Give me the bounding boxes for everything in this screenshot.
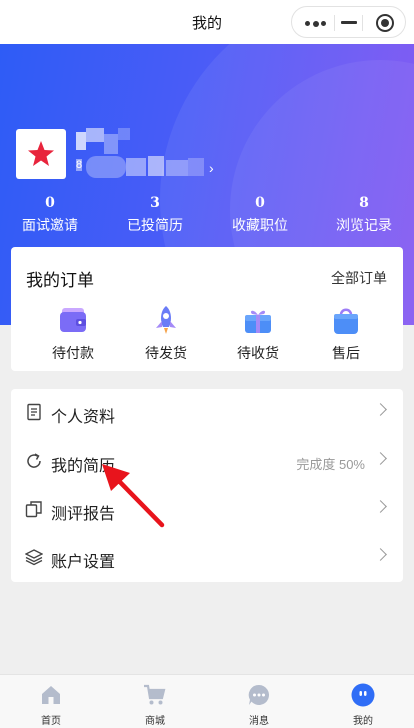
red-arrow-annotation [102,464,165,528]
stat-value: 0 [45,195,55,211]
avatar[interactable] [16,129,66,179]
rocket-icon [151,305,181,335]
cart-icon [143,683,167,707]
orders-title: 我的订单 [26,271,94,290]
menu-item-label: 个人资料 [51,409,116,426]
order-label: 待发货 [145,345,187,361]
stat-label: 已投简历 [127,217,183,233]
stat-label: 浏览记录 [336,217,392,233]
menu-item-label: 账户设置 [51,554,116,571]
order-pending-payment[interactable]: 待付款 [28,305,118,363]
stat-label: 收藏职位 [232,217,288,233]
tab-home[interactable]: 首页 [21,683,81,727]
order-label: 售后 [332,345,360,361]
document-icon [25,403,43,421]
stat-value: 8 [359,195,369,211]
chevron-right-icon [374,403,387,416]
user-name-blurred [76,128,132,154]
order-label: 待付款 [52,345,94,361]
stat-submitted-resumes[interactable]: 3 已投简历 [105,195,205,235]
menu-item-account-settings[interactable]: 账户设置 [11,534,403,582]
tab-label: 我的 [353,716,373,727]
menu-item-profile[interactable]: 个人资料 [11,389,403,437]
order-after-sales[interactable]: 售后 [301,305,391,363]
user-id-prefix: 8 [76,159,83,171]
stats-row: 0 面试邀请 3 已投简历 0 收藏职位 8 浏览记录 [0,195,414,235]
chevron-right-icon [374,452,387,465]
settings-menu: 个人资料 我的简历 完成度 50% 测评报告 账户设置 [11,389,403,582]
chevron-right-icon [374,548,387,561]
home-icon [39,683,63,707]
tab-label: 商城 [145,716,165,727]
menu-item-resume[interactable]: 我的简历 完成度 50% [11,438,403,486]
stat-interview-invites[interactable]: 0 面试邀请 [0,195,100,235]
tab-label: 消息 [249,716,269,727]
layers-icon [24,548,44,566]
mini-program-capsule [291,6,406,38]
resume-completion: 完成度 50% [296,457,365,472]
tab-messages[interactable]: 消息 [229,683,289,727]
order-awaiting-delivery[interactable]: 待收货 [213,305,303,363]
stat-value: 0 [255,195,265,211]
capsule-divider [362,15,363,31]
menu-item-assessment-report[interactable]: 测评报告 [11,486,403,534]
target-icon[interactable] [376,14,394,32]
minimize-icon[interactable] [341,21,357,24]
orders-card: 我的订单 全部订单 待付款 待发货 待收货 售后 [11,247,403,371]
capsule-divider [334,15,335,31]
copy-icon [25,500,43,518]
stat-browse-history[interactable]: 8 浏览记录 [314,195,414,235]
refresh-icon [25,452,43,470]
user-id-blurred: 8 [76,156,208,178]
order-awaiting-shipment[interactable]: 待发货 [121,305,211,363]
chat-icon [247,683,271,707]
bottom-tab-bar: 首页 商城 消息 我的 [0,674,414,728]
all-orders-link[interactable]: 全部订单 [331,268,387,288]
tab-label: 首页 [41,716,61,727]
stat-label: 面试邀请 [22,217,78,233]
gift-box-icon [243,305,273,335]
chevron-right-icon [374,500,387,513]
more-dots-icon[interactable] [305,20,327,27]
stat-saved-jobs[interactable]: 0 收藏职位 [210,195,310,235]
red-star-icon [28,141,54,166]
shopping-bag-icon [331,305,361,335]
tab-mall[interactable]: 商城 [125,683,185,727]
order-label: 待收货 [237,345,279,361]
wallet-icon [58,305,88,335]
profile-chevron-icon[interactable]: › [209,160,214,176]
tab-mine[interactable]: 我的 [333,683,393,727]
stat-value: 3 [150,195,160,211]
profile-icon [351,683,375,707]
